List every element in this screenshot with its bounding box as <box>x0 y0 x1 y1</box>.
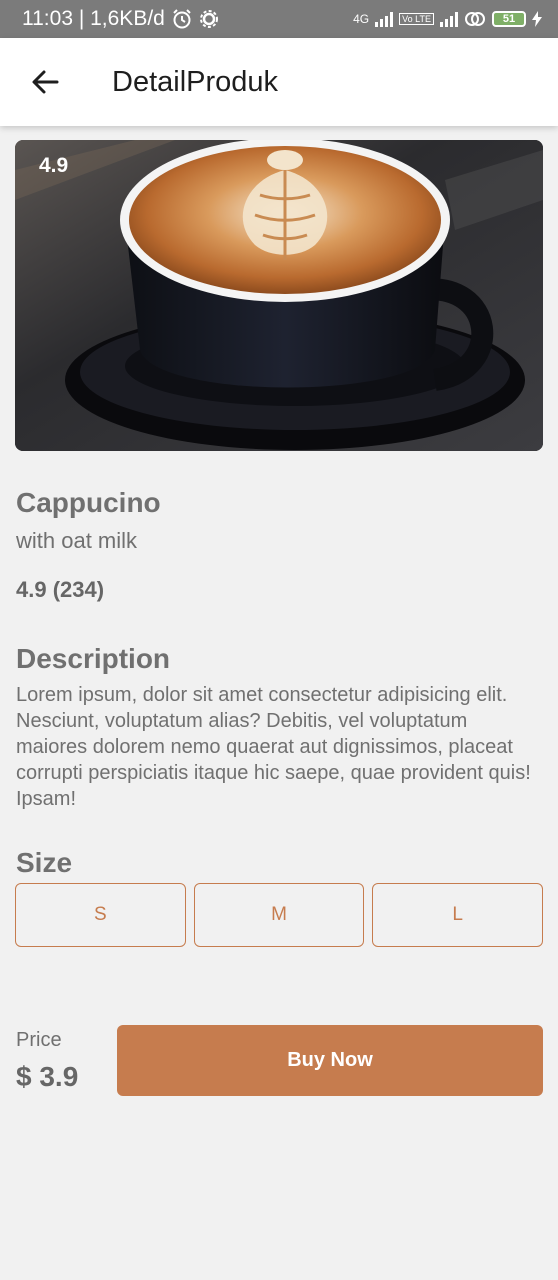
size-heading: Size <box>16 847 73 878</box>
page-title: DetailProduk <box>112 65 279 98</box>
status-right: 4G Vo LTE 51 <box>353 11 542 27</box>
status-time-info: 11:03 | 1,6KB/d <box>22 7 165 30</box>
back-button[interactable] <box>0 38 90 126</box>
product-name: Cappucino <box>16 487 161 518</box>
image-rating-badge: 4.9 <box>39 154 69 177</box>
product-image: 4.9 <box>15 140 543 451</box>
size-option-s[interactable]: S <box>15 883 186 947</box>
network-type-label: 4G <box>353 12 370 26</box>
buy-now-button[interactable]: Buy Now <box>117 1025 543 1096</box>
description-text: Lorem ipsum, dolor sit amet consectetur … <box>16 684 531 810</box>
status-bar: 11:03 | 1,6KB/d 4G Vo LTE 51 <box>0 0 558 38</box>
charging-bolt-icon <box>532 11 542 27</box>
arrow-left-icon <box>32 70 59 94</box>
status-left: 11:03 | 1,6KB/d <box>22 7 219 31</box>
signal-strength-2-icon <box>440 11 458 27</box>
app-bar: DetailProduk <box>0 38 558 126</box>
settings-gear-icon <box>199 10 218 28</box>
cappuccino-cup-illustration <box>15 140 543 451</box>
alarm-icon <box>173 9 191 29</box>
battery-level: 51 <box>502 13 516 25</box>
price-value: $ 3.9 <box>16 1061 79 1092</box>
size-option-m[interactable]: M <box>193 883 365 947</box>
product-rating: 4.9 (234) <box>16 577 105 602</box>
product-variant: with oat milk <box>16 528 138 553</box>
price-label: Price <box>16 1029 62 1051</box>
size-selector: S M L <box>15 883 544 947</box>
battery-icon: 51 <box>492 11 526 27</box>
size-option-l[interactable]: L <box>372 883 544 947</box>
signal-strength-icon <box>375 11 394 27</box>
description-heading: Description <box>16 643 171 674</box>
volte-label: Vo LTE <box>399 13 434 25</box>
link-icon <box>465 12 485 26</box>
